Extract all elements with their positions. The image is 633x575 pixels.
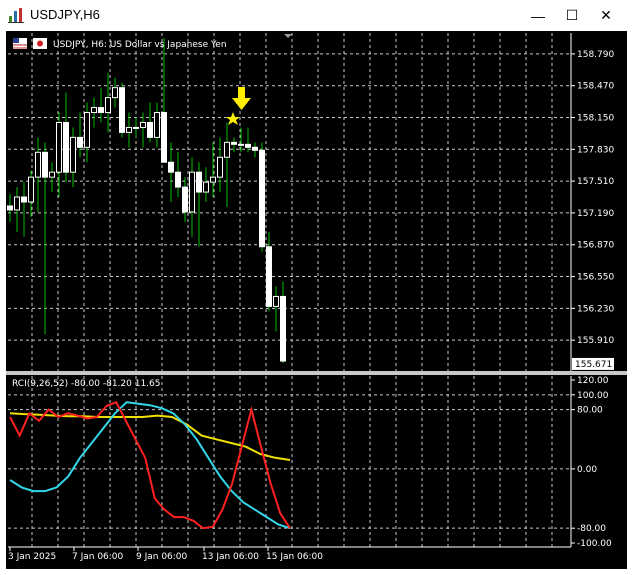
candle-bull	[140, 121, 146, 128]
current-price-label: 155.671	[575, 360, 612, 370]
flag-jp-sun	[37, 40, 43, 47]
candle-bear	[42, 151, 48, 178]
price-tick-label: 158.150	[577, 114, 614, 124]
chart-header: USDJPY, H6: US Dollar vs Japanese Yen	[13, 38, 227, 50]
rci-tick-label: -80.00	[577, 524, 606, 534]
rci-axis: 120.00 100.00 80.00 0.00 -80.00 -100.00	[570, 376, 612, 549]
candle-bear	[63, 121, 69, 173]
candle-bull	[224, 141, 230, 158]
candle-bear	[196, 171, 202, 193]
price-tick-label: 157.830	[577, 145, 614, 155]
candle-bull	[105, 97, 111, 114]
candle-bull	[28, 176, 34, 203]
time-tick-label: 7 Jan 06:00	[72, 552, 124, 562]
signal-arrow-icon	[232, 87, 251, 110]
rci-lines	[9, 400, 291, 530]
candle-bull	[91, 107, 97, 114]
candle-bull	[70, 136, 76, 173]
time-tick-label: 15 Jan 06:00	[266, 552, 323, 562]
rci-tick-label: -100.00	[577, 539, 612, 549]
candle-bear	[77, 136, 83, 148]
candle-bear	[98, 107, 104, 114]
candle-bear	[21, 196, 27, 203]
flag-us-canton	[13, 38, 19, 43]
rci-tick-label: 120.00	[577, 376, 609, 386]
candle-bull	[126, 126, 132, 133]
candle-bear	[168, 161, 174, 173]
candle-bear	[259, 149, 265, 248]
candle-bear	[252, 146, 258, 151]
candle-bear	[266, 246, 272, 307]
candle-bull	[203, 181, 209, 193]
rci-header-text: RCI(9,26,52) -80.00 -81.20 11.65	[12, 379, 161, 389]
time-tick-label: 9 Jan 06:00	[136, 552, 188, 562]
price-tick-label: 158.790	[577, 50, 614, 60]
candle-bear	[280, 295, 286, 362]
candle-bear	[161, 112, 167, 163]
price-tick-label: 155.910	[577, 336, 614, 346]
candle-bear	[147, 121, 153, 138]
candle-bull	[154, 112, 160, 138]
candle-bull	[210, 176, 216, 183]
price-tick-label: 158.470	[577, 82, 614, 92]
price-grid	[8, 33, 571, 371]
price-tick-label: 156.870	[577, 241, 614, 251]
candle-bull	[56, 121, 62, 173]
candle-bear	[119, 87, 125, 133]
chart-canvas[interactable]: 158.790 158.470 158.150 157.830 157.510 157.1…	[0, 0, 633, 575]
time-axis: 3 Jan 2025 7 Jan 06:00 9 Jan 06:00 13 Jan 0…	[8, 546, 571, 562]
chart-header-text: USDJPY, H6: US Dollar vs Japanese Yen	[53, 40, 227, 50]
rci-tick-label: 80.00	[577, 406, 603, 416]
price-candles	[7, 37, 286, 364]
candle-bull	[14, 196, 20, 211]
rci-grid	[8, 376, 571, 547]
rci-tick-label: 0.00	[577, 465, 597, 475]
candle-bear	[175, 171, 181, 188]
signal-star-icon	[226, 112, 240, 125]
candle-bull	[49, 171, 55, 178]
rci-short-line	[9, 400, 291, 530]
candle-bull	[238, 143, 244, 146]
candle-bear	[231, 141, 237, 145]
candle-bear	[182, 186, 188, 213]
price-tick-label: 156.550	[577, 273, 614, 283]
time-tick-label: 3 Jan 2025	[8, 552, 56, 562]
time-tick-label: 13 Jan 06:00	[202, 552, 259, 562]
candle-bull	[189, 171, 195, 213]
candle-bull	[217, 156, 223, 178]
candle-bull	[35, 151, 41, 178]
price-axis: 158.790 158.470 158.150 157.830 157.510 157.1…	[570, 33, 614, 371]
candle-bear	[245, 143, 251, 148]
price-tick-label: 157.510	[577, 177, 614, 187]
candle-bull	[112, 87, 118, 99]
price-tick-label: 156.230	[577, 304, 614, 314]
candle-bull	[133, 126, 139, 129]
candle-bull	[84, 112, 90, 148]
price-tick-label: 157.190	[577, 209, 614, 219]
chart-shift-marker-icon[interactable]	[284, 34, 292, 38]
candle-bull	[273, 295, 279, 307]
rci-tick-label: 100.00	[577, 391, 609, 401]
candle-bear	[7, 205, 13, 211]
